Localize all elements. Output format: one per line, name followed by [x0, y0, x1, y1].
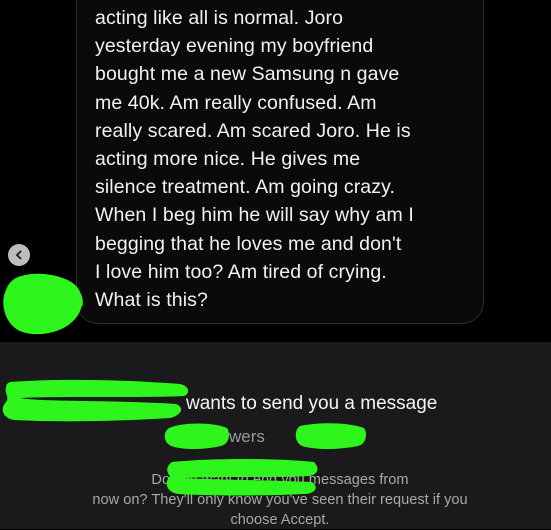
request-info-line: now on? They'll only know you've seen th… [92, 491, 468, 508]
message-line: acting more nice. He gives me [95, 148, 361, 171]
message-line: I love him too? Am tired of crying. [95, 260, 387, 283]
request-info-line: Do you want to end you messages from [151, 472, 409, 488]
message-line: really scared. Am scared Joro. He is [95, 119, 411, 142]
back-button[interactable] [8, 244, 30, 266]
message-line: silence treatment. Am going crazy. [95, 176, 396, 199]
request-info-line: choose Accept. [230, 511, 330, 528]
avatar-redaction [3, 273, 83, 335]
request-title: wants to send you a message [186, 393, 438, 414]
message-line: begging that he loves me and don't [95, 232, 402, 255]
message-line: What is this? [95, 289, 208, 312]
request-info: Do you want to end you messages from now… [40, 471, 520, 530]
message-line: When I beg him he will say why am I [95, 204, 414, 227]
followers-count: llowers [212, 427, 265, 446]
message-line: me 40k. Am really confused. Am [95, 91, 377, 114]
message-line: bought me a new Samsung n gave [95, 63, 400, 86]
message-line: acting like all is normal. Joro [95, 7, 344, 29]
chevron-left-icon [16, 250, 22, 260]
message-text: acting like all is normal. Joro yesterda… [95, 4, 485, 314]
message-line: yesterday evening my boyfriend [95, 35, 374, 58]
